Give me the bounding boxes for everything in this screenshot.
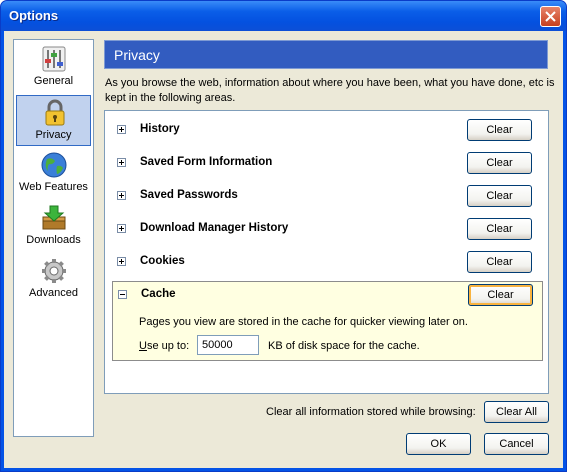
gear-icon	[42, 259, 66, 283]
use-up-to-label: Use up to:	[139, 340, 189, 352]
clear-saved-form-information-button[interactable]: Clear	[467, 152, 532, 174]
privacy-items-list: History Clear Saved Form Information Cle…	[104, 110, 549, 394]
expand-icon[interactable]	[117, 191, 126, 200]
item-history-label: History	[140, 123, 180, 135]
category-privacy[interactable]: Privacy	[16, 95, 91, 146]
item-cache: Cache Clear Pages you view are stored in…	[112, 281, 543, 361]
clear-history-button[interactable]: Clear	[467, 119, 532, 141]
clear-all-button[interactable]: Clear All	[484, 401, 549, 423]
expand-icon[interactable]	[117, 158, 126, 167]
category-general[interactable]: General	[16, 42, 91, 93]
category-general-label: General	[33, 75, 74, 87]
item-download-manager-history: Download Manager History Clear	[112, 215, 543, 243]
item-cache-label: Cache	[141, 288, 176, 300]
expand-icon[interactable]	[117, 224, 126, 233]
privacy-description: As you browse the web, information about…	[105, 77, 555, 104]
expand-icon[interactable]	[117, 257, 126, 266]
cancel-button[interactable]: Cancel	[484, 433, 549, 455]
clear-all-label: Clear all information stored while brows…	[266, 406, 476, 418]
clear-cache-button[interactable]: Clear	[468, 284, 533, 306]
item-saved-passwords: Saved Passwords Clear	[112, 182, 543, 210]
globe-icon	[41, 152, 67, 178]
title-bar[interactable]: Options	[1, 1, 566, 31]
general-icon	[42, 46, 66, 72]
clear-download-manager-history-button[interactable]: Clear	[467, 218, 532, 240]
use-up-to-accesskey: U	[139, 340, 147, 352]
category-downloads[interactable]: Downloads	[16, 201, 91, 252]
clear-saved-passwords-button[interactable]: Clear	[467, 185, 532, 207]
close-button[interactable]	[540, 6, 561, 27]
category-downloads-label: Downloads	[26, 234, 81, 246]
collapse-icon[interactable]	[118, 290, 127, 299]
category-advanced-label: Advanced	[29, 287, 78, 299]
lock-icon	[45, 99, 65, 126]
category-privacy-label: Privacy	[35, 129, 72, 141]
item-saved-form-information: Saved Form Information Clear	[112, 149, 543, 177]
dialog-body: General Privacy Web Features Downloads A…	[4, 31, 563, 468]
item-saved-form-information-label: Saved Form Information	[140, 156, 273, 168]
close-icon	[545, 11, 556, 22]
item-download-manager-history-label: Download Manager History	[140, 222, 289, 234]
category-advanced[interactable]: Advanced	[16, 254, 91, 305]
panel-title: Privacy	[114, 47, 160, 63]
category-web-features-label: Web Features	[19, 181, 88, 193]
cache-unit-label: KB of disk space for the cache.	[268, 340, 420, 352]
clear-cookies-button[interactable]: Clear	[467, 251, 532, 273]
item-cookies-label: Cookies	[140, 255, 185, 267]
item-saved-passwords-label: Saved Passwords	[140, 189, 238, 201]
panel-header: Privacy	[104, 40, 548, 69]
window-title: Options	[9, 8, 59, 23]
expand-icon[interactable]	[117, 125, 126, 134]
category-web-features[interactable]: Web Features	[16, 148, 91, 199]
use-up-to-text: se up to:	[146, 340, 190, 352]
downloads-icon	[42, 205, 66, 230]
cache-description: Pages you view are stored in the cache f…	[139, 316, 468, 328]
ok-button[interactable]: OK	[406, 433, 471, 455]
item-cookies: Cookies Clear	[112, 248, 543, 276]
options-window: Options General Privacy Web Features Dow…	[0, 0, 567, 472]
item-history: History Clear	[112, 116, 543, 144]
cache-size-input[interactable]: 50000	[197, 335, 259, 355]
category-list: General Privacy Web Features Downloads A…	[13, 39, 94, 437]
